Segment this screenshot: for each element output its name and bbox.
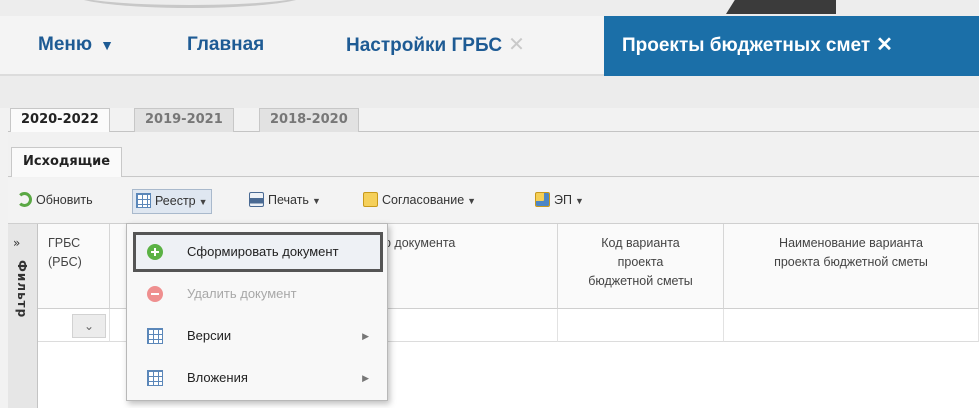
header-dark-shape <box>726 0 836 14</box>
print-label: Печать <box>268 193 309 207</box>
column-doc-number-label: р документа <box>384 236 456 250</box>
print-button[interactable]: Печать ▼ <box>246 189 324 214</box>
grid-icon <box>136 193 151 208</box>
header-decoration <box>70 0 310 8</box>
column-header-variant-name[interactable]: Наименование варианта проекта бюджетной … <box>724 224 979 309</box>
chevron-right-icon: ▶ <box>362 373 369 383</box>
grid-icon <box>147 370 163 386</box>
signature-icon <box>535 192 550 207</box>
approval-label: Согласование <box>382 193 465 207</box>
menu-item-delete-document[interactable]: Удалить документ <box>127 274 387 314</box>
registry-label: Реестр <box>155 194 196 208</box>
subtab-strip: Исходящие <box>8 132 979 177</box>
year-tabs: 2020-2022 2019-2021 2018-2020 <box>8 106 979 133</box>
chevron-down-icon: ▼ <box>574 196 584 206</box>
ep-button[interactable]: ЭП ▼ <box>532 189 587 214</box>
tab-outgoing[interactable]: Исходящие <box>11 147 123 177</box>
ep-label: ЭП <box>554 193 572 207</box>
filter-cell-variant-name[interactable] <box>724 309 979 342</box>
refresh-label: Обновить <box>36 193 93 207</box>
column-variant-code-line2: проекта <box>617 255 664 269</box>
nav-menu-label: Меню <box>38 34 93 55</box>
refresh-icon <box>17 192 32 207</box>
nav-menu[interactable]: Меню ▼ <box>38 16 114 76</box>
close-icon[interactable]: ✕ <box>508 34 525 56</box>
menu-versions-label: Версии <box>187 328 232 343</box>
registry-button[interactable]: Реестр ▼ <box>132 189 212 214</box>
column-variant-name-line2: проекта бюджетной сметы <box>774 255 928 269</box>
approval-button[interactable]: Согласование ▼ <box>360 189 479 214</box>
menu-item-create-document[interactable]: Сформировать документ <box>133 232 383 272</box>
expand-icon[interactable]: » <box>13 236 20 250</box>
nav-main-label: Главная <box>187 34 265 55</box>
nav-settings-label: Настройки ГРБС <box>346 35 503 56</box>
toolbar: Обновить Реестр ▼ Печать ▼ Согласование ▼ Э… <box>8 178 979 224</box>
grid-icon <box>147 328 163 344</box>
chevron-down-icon: ▼ <box>467 196 477 206</box>
close-icon[interactable]: ✕ <box>876 34 893 56</box>
filter-panel[interactable]: » Фильтр <box>8 224 38 408</box>
tab-year-2020-2022[interactable]: 2020-2022 <box>10 108 110 133</box>
tab-year-2018-2020[interactable]: 2018-2020 <box>259 108 359 132</box>
tab-year-2019-2021[interactable]: 2019-2021 <box>134 108 234 132</box>
main-nav: Меню ▼ Главная Настройки ГРБС ✕ Проекты бю… <box>0 16 979 76</box>
column-grbs-line2: (РБС) <box>48 255 82 269</box>
column-header-grbs[interactable]: ГРБС (РБС) <box>38 224 110 309</box>
chevron-down-icon: ▼ <box>100 37 114 53</box>
remove-icon <box>147 286 163 302</box>
approval-icon <box>363 192 378 207</box>
nav-main[interactable]: Главная <box>187 16 264 76</box>
chevron-down-icon: ▼ <box>198 197 208 207</box>
top-strip <box>0 0 979 16</box>
menu-item-versions[interactable]: Версии ▶ <box>127 316 387 356</box>
column-grbs-line1: ГРБС <box>48 236 81 250</box>
menu-create-label: Сформировать документ <box>187 244 339 259</box>
printer-icon <box>249 192 264 207</box>
filter-cell-variant-code[interactable] <box>558 309 724 342</box>
spacer-band <box>0 76 979 108</box>
chevron-down-icon: ▼ <box>311 196 321 206</box>
nav-tab-projects[interactable]: Проекты бюджетных смет ✕ <box>604 16 979 76</box>
nav-active-label: Проекты бюджетных смет <box>622 35 871 56</box>
chevron-right-icon: ▶ <box>362 331 369 341</box>
filter-dropdown[interactable]: ⌄ <box>72 314 106 338</box>
column-variant-code-line3: бюджетной сметы <box>588 274 693 288</box>
menu-attachments-label: Вложения <box>187 370 248 385</box>
menu-delete-label: Удалить документ <box>187 286 297 301</box>
column-variant-name-line1: Наименование варианта <box>779 236 923 250</box>
registry-menu: Сформировать документ Удалить документ В… <box>126 223 388 401</box>
refresh-button[interactable]: Обновить <box>14 189 96 214</box>
chevron-down-icon: ⌄ <box>83 319 95 333</box>
nav-tab-settings[interactable]: Настройки ГРБС ✕ <box>346 16 525 76</box>
add-icon <box>147 244 163 260</box>
column-variant-code-line1: Код варианта <box>601 236 680 250</box>
menu-item-attachments[interactable]: Вложения ▶ <box>127 358 387 398</box>
column-header-variant-code[interactable]: Код варианта проекта бюджетной сметы <box>558 224 724 309</box>
filter-panel-label: Фильтр <box>15 260 29 319</box>
